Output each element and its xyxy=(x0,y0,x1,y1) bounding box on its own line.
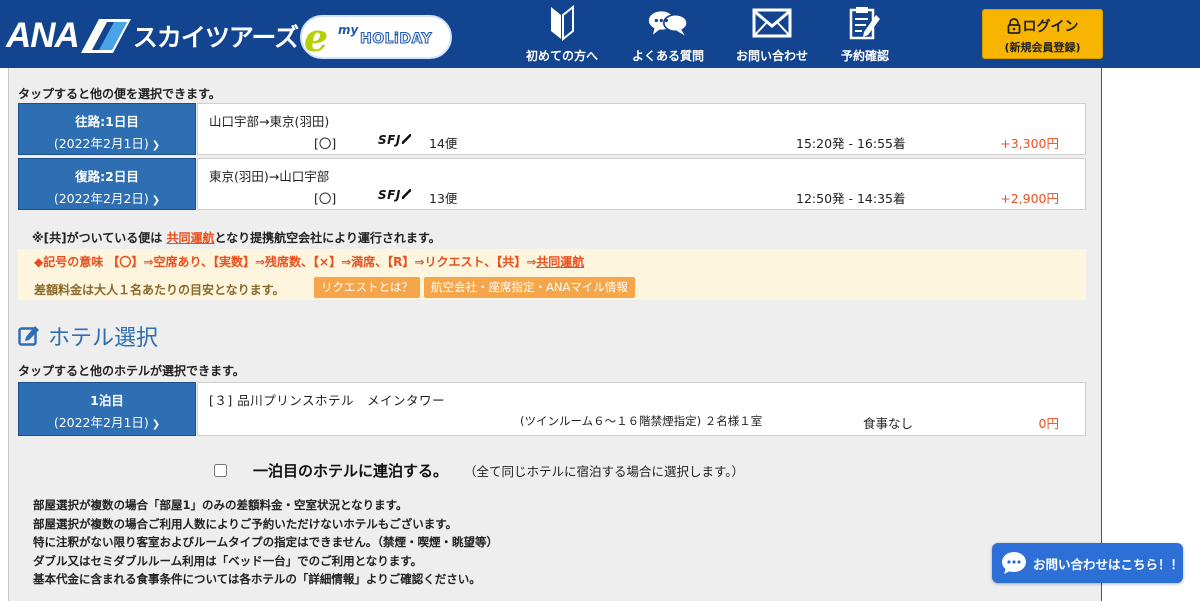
sfj-airline-logo: SFJ xyxy=(378,133,411,147)
nav-first-time-label: 初めての方へ xyxy=(525,49,598,63)
clipboard-pen-icon xyxy=(845,3,885,43)
return-time: 12:50発 - 14:35着 xyxy=(796,191,906,206)
nav-faq-label: よくある質問 xyxy=(631,49,704,63)
chat-inquiry-label: お問い合わせはこちら！！ xyxy=(1033,556,1184,572)
hotel-note-item: 部屋選択が複数の場合ご利用人数によりご予約いただけないホテルもございます。 xyxy=(33,516,458,531)
nav-reservation-check-label: 予約確認 xyxy=(840,49,889,63)
outbound-date: (2022年2月1日) xyxy=(53,136,149,151)
hotel-row[interactable]: [３] 品川プリンスホテル メインタワー (ツインルーム６～１６階禁煙指定) ２… xyxy=(197,382,1086,436)
right-gutter xyxy=(1102,68,1200,601)
legend-codeshare-link[interactable]: 共同運航 xyxy=(536,255,584,269)
chat-bubbles-icon xyxy=(648,3,688,43)
sfj-airline-logo: SFJ xyxy=(378,188,411,202)
nav-contact-label: お問い合わせ xyxy=(735,49,808,63)
outbound-time: 15:20発 - 16:55着 xyxy=(796,136,906,151)
consecutive-stay-checkbox[interactable] xyxy=(214,464,227,477)
return-date: (2022年2月2日) xyxy=(53,191,149,206)
what-is-request-button[interactable]: リクエストとは？ xyxy=(314,277,420,298)
return-label: 復路:2日目 xyxy=(75,169,139,184)
logo-ana-text: ANA xyxy=(6,16,80,55)
logo-holiday-text: HOLiDAY xyxy=(359,31,433,48)
logo-e-letter: e xyxy=(304,15,329,60)
airline-seat-mileage-info-button[interactable]: 航空会社・座席指定・ANAマイル情報 xyxy=(424,277,635,298)
nav-contact[interactable]: お問い合わせ xyxy=(730,0,814,68)
return-route: 東京(羽田)→山口宇部 xyxy=(209,169,330,184)
hotel-room-type: (ツインルーム６～１６階禁煙指定) ２名様１室 xyxy=(520,414,763,428)
codeshare-note: ※[共]がついている便は 共同運航となり提携航空会社により運行されます。 xyxy=(32,229,441,246)
logo-sky-tours-text: スカイツアーズ xyxy=(132,23,299,52)
codeshare-note-post: となり提携航空会社により運行されます。 xyxy=(214,231,441,245)
return-flight-row[interactable]: 東京(羽田)→山口宇部 [〇] SFJ 13便 12:50発 - 14:35着 … xyxy=(197,158,1086,210)
hotel-note-item: 部屋選択が複数の場合「部屋1」のみの差額料金・空室状況となります。 xyxy=(33,498,408,512)
return-day-selector[interactable]: 復路:2日目 (2022年2月2日) ❯ xyxy=(18,158,196,210)
legend-box: ◆記号の意味 【〇】⇒空席あり、【実数】⇒残席数、【×】⇒満席、【R】⇒リクエス… xyxy=(18,249,1086,300)
symbol-legend-text: ◆記号の意味 【〇】⇒空席あり、【実数】⇒残席数、【×】⇒満席、【R】⇒リクエス… xyxy=(34,255,537,269)
login-button-label: ログイン xyxy=(1022,19,1079,35)
hotel-price: 0円 xyxy=(1038,416,1059,431)
outbound-route: 山口宇部→東京(羽田) xyxy=(209,114,330,129)
login-button[interactable]: ログイン (新規会員登録) xyxy=(982,9,1103,59)
return-availability: [〇] xyxy=(314,191,337,206)
return-airline-code: SFJ xyxy=(378,188,401,202)
chevron-down-icon: ❯ xyxy=(151,140,161,151)
flight-tap-note: タップすると他の便を選択できます。 xyxy=(18,87,221,101)
chevron-down-icon: ❯ xyxy=(151,195,161,206)
consecutive-stay-label[interactable]: 一泊目のホテルに連泊する。 xyxy=(253,460,448,481)
lock-icon xyxy=(1007,18,1020,34)
hotel-note-item: 特に注釈がない限り客室およびルームタイプの指定はできません。（禁煙・喫煙・眺望等… xyxy=(33,535,499,549)
outbound-day-selector[interactable]: 往路:1日目 (2022年2月1日) ❯ xyxy=(18,103,196,155)
hotel-note-item: ダブル又はセミダブルルーム利用は「ベッド一台」でのご利用となります。 xyxy=(33,553,423,568)
hotel-section-title: ホテル選択 xyxy=(48,326,159,351)
logo-my-text: my xyxy=(338,23,359,37)
hotel-night-label: 1泊目 xyxy=(90,393,124,408)
ana-sky-tours-logo[interactable]: ANA スカイツアーズ xyxy=(6,16,299,56)
outbound-price: +3,300円 xyxy=(1000,136,1059,151)
hotel-night-selector[interactable]: 1泊目 (2022年2月1日) ❯ xyxy=(18,382,196,436)
price-difference-note: 差額料金は大人１名あたりの目安となります。 xyxy=(34,283,285,297)
beginner-mark-icon xyxy=(542,3,582,43)
chat-bubble-icon xyxy=(1002,552,1026,574)
edit-pencil-icon xyxy=(18,326,39,346)
return-flight-number: 13便 xyxy=(429,191,458,206)
outbound-airline-code: SFJ xyxy=(378,133,401,147)
codeshare-note-pre: ※[共]がついている便は xyxy=(32,231,167,245)
chat-inquiry-button[interactable]: お問い合わせはこちら！！ xyxy=(992,543,1183,583)
hotel-night-date: (2022年2月1日) xyxy=(53,415,149,430)
nav-reservation-check[interactable]: 予約確認 xyxy=(833,0,897,68)
envelope-icon xyxy=(752,3,792,43)
ana-slash-mark-icon xyxy=(80,19,131,53)
outbound-flight-number: 14便 xyxy=(429,136,458,151)
hotel-meal: 食事なし xyxy=(863,416,914,431)
nav-first-time[interactable]: 初めての方へ xyxy=(522,0,602,68)
outbound-label: 往路:1日目 xyxy=(75,114,139,129)
codeshare-link[interactable]: 共同運航 xyxy=(166,231,214,245)
consecutive-stay-option: 一泊目のホテルに連泊する。 （全て同じホテルに宿泊する場合に選択します。） xyxy=(214,460,744,481)
hotel-section-heading: ホテル選択 xyxy=(18,320,158,352)
hotel-notes: 部屋選択が複数の場合「部屋1」のみの差額料金・空室状況となります。 部屋選択が複… xyxy=(33,496,498,589)
return-price: +2,900円 xyxy=(1000,191,1059,206)
hotel-tap-note: タップすると他のホテルが選択できます。 xyxy=(18,364,245,378)
chevron-down-icon: ❯ xyxy=(151,419,161,430)
hotel-note-item: 基本代金に含まれる食事条件については各ホテルの「詳細情報」よりご確認ください。 xyxy=(33,572,481,586)
login-button-sublabel: (新規会員登録) xyxy=(1004,41,1081,54)
nav-faq[interactable]: よくある質問 xyxy=(626,0,710,68)
outbound-availability: [〇] xyxy=(314,136,337,151)
hotel-name: [３] 品川プリンスホテル メインタワー xyxy=(209,393,445,408)
outbound-flight-row[interactable]: 山口宇部→東京(羽田) [〇] SFJ 14便 15:20発 - 16:55着 … xyxy=(197,103,1086,155)
e-myholiday-logo[interactable]: e my HOLiDAY xyxy=(300,15,452,60)
consecutive-stay-subnote: （全て同じホテルに宿泊する場合に選択します。） xyxy=(464,464,745,479)
site-header: ANA スカイツアーズ e my HOLiDAY 初めての方へ よくある質問 お… xyxy=(0,0,1200,68)
symbol-legend: ◆記号の意味 【〇】⇒空席あり、【実数】⇒残席数、【×】⇒満席、【R】⇒リクエス… xyxy=(34,253,584,270)
